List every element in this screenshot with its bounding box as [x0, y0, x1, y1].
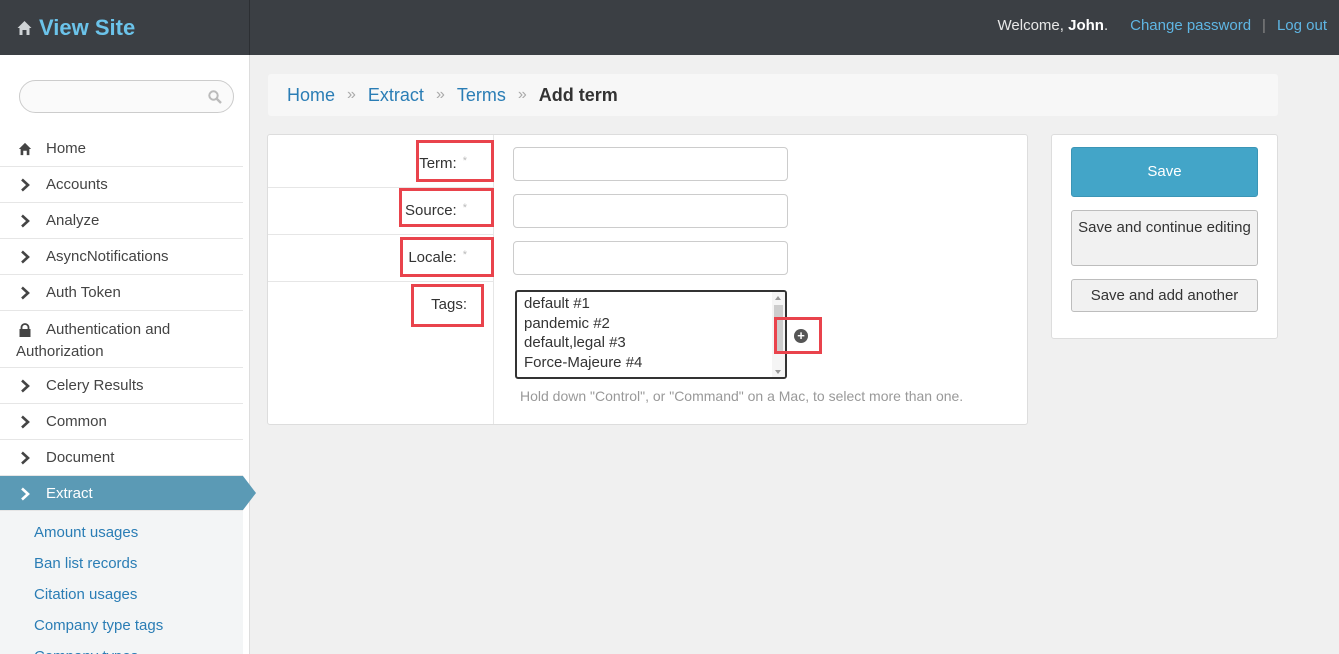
save-button[interactable]: Save — [1071, 147, 1258, 197]
breadcrumb-terms[interactable]: Terms — [457, 85, 506, 106]
site-brand[interactable]: View Site — [0, 0, 250, 55]
sidebar-item-accounts[interactable]: Accounts — [0, 167, 243, 203]
sidebar-item-auth-token[interactable]: Auth Token — [0, 275, 243, 311]
logout-link[interactable]: Log out — [1277, 17, 1327, 34]
separator: | — [1262, 16, 1266, 34]
home-icon — [17, 20, 32, 35]
sidebar-item-document[interactable]: Document — [0, 440, 243, 476]
user-name: John — [1068, 16, 1104, 34]
subnav-item-company-type-tags[interactable]: Company type tags — [0, 611, 243, 642]
chevron-right-icon — [21, 451, 30, 465]
tags-option[interactable]: pandemic #2 — [517, 314, 785, 334]
tags-help-text: Hold down "Control", or "Command" on a M… — [520, 388, 964, 404]
sidebar-item-analyze[interactable]: Analyze — [0, 203, 243, 239]
tags-select[interactable]: default #1 pandemic #2 default,legal #3 … — [515, 290, 787, 379]
subnav-item-ban-list-records[interactable]: Ban list records — [0, 549, 243, 580]
extract-subnav: Amount usages Ban list records Citation … — [0, 511, 243, 654]
subnav-item-citation-usages[interactable]: Citation usages — [0, 580, 243, 611]
save-continue-button[interactable]: Save and continue editing — [1071, 210, 1258, 266]
highlight-tags — [411, 284, 484, 327]
highlight-term — [416, 140, 494, 182]
chevron-right-icon — [21, 379, 30, 393]
sidebar-nav: Home Accounts Analyze AsyncNotifications… — [0, 131, 256, 511]
chevron-right-icon — [21, 286, 30, 300]
lock-icon — [19, 323, 31, 337]
scroll-up-icon[interactable] — [775, 296, 781, 300]
sidebar-item-authentication[interactable]: Authentication and Authorization — [0, 311, 243, 368]
save-add-another-button[interactable]: Save and add another — [1071, 279, 1258, 312]
breadcrumb: Home » Extract » Terms » Add term — [268, 74, 1278, 116]
top-bar: View Site Welcome, John. Change password… — [0, 0, 1339, 55]
term-form: Term: * Source: * Locale: * Tags: default #… — [267, 134, 1028, 425]
chevron-right-icon — [21, 178, 30, 192]
subnav-item-amount-usages[interactable]: Amount usages — [0, 518, 243, 549]
chevron-right-icon — [21, 214, 30, 228]
scroll-down-icon[interactable] — [775, 370, 781, 374]
welcome-text: Welcome, — [997, 16, 1064, 34]
breadcrumb-extract[interactable]: Extract — [368, 85, 424, 106]
tags-option[interactable]: default #1 — [517, 294, 785, 314]
change-password-link[interactable]: Change password — [1130, 17, 1251, 34]
chevron-right-icon — [21, 487, 30, 501]
tags-option[interactable]: Force-Majeure #4 — [517, 353, 785, 373]
search-icon[interactable] — [208, 90, 222, 104]
search-input[interactable] — [19, 80, 234, 113]
view-site-link[interactable]: View Site — [39, 15, 135, 41]
highlight-source — [399, 188, 494, 227]
locale-input[interactable] — [513, 241, 788, 275]
highlight-locale — [400, 237, 494, 277]
source-input[interactable] — [513, 194, 788, 228]
home-icon — [18, 142, 32, 156]
chevron-right-icon — [21, 250, 30, 264]
tags-option[interactable]: default,legal #3 — [517, 333, 785, 353]
highlight-add-tag — [774, 317, 822, 354]
subnav-item-company-types[interactable]: Company types — [0, 642, 243, 654]
sidebar-item-home[interactable]: Home — [0, 131, 243, 167]
chevron-right-icon — [21, 415, 30, 429]
submit-panel: Save Save and continue editing Save and … — [1051, 134, 1278, 339]
sidebar-item-celery-results[interactable]: Celery Results — [0, 368, 243, 404]
term-input[interactable] — [513, 147, 788, 181]
breadcrumb-home[interactable]: Home — [287, 85, 335, 106]
sidebar-item-extract[interactable]: Extract — [0, 476, 256, 511]
sidebar-item-common[interactable]: Common — [0, 404, 243, 440]
breadcrumb-current: Add term — [538, 84, 618, 105]
label-column: Term: * Source: * Locale: * Tags: — [268, 135, 494, 424]
sidebar-item-asyncnotifications[interactable]: AsyncNotifications — [0, 239, 243, 275]
sidebar: Home Accounts Analyze AsyncNotifications… — [0, 55, 256, 654]
user-tools: Welcome, John. Change password | Log out — [997, 16, 1327, 34]
